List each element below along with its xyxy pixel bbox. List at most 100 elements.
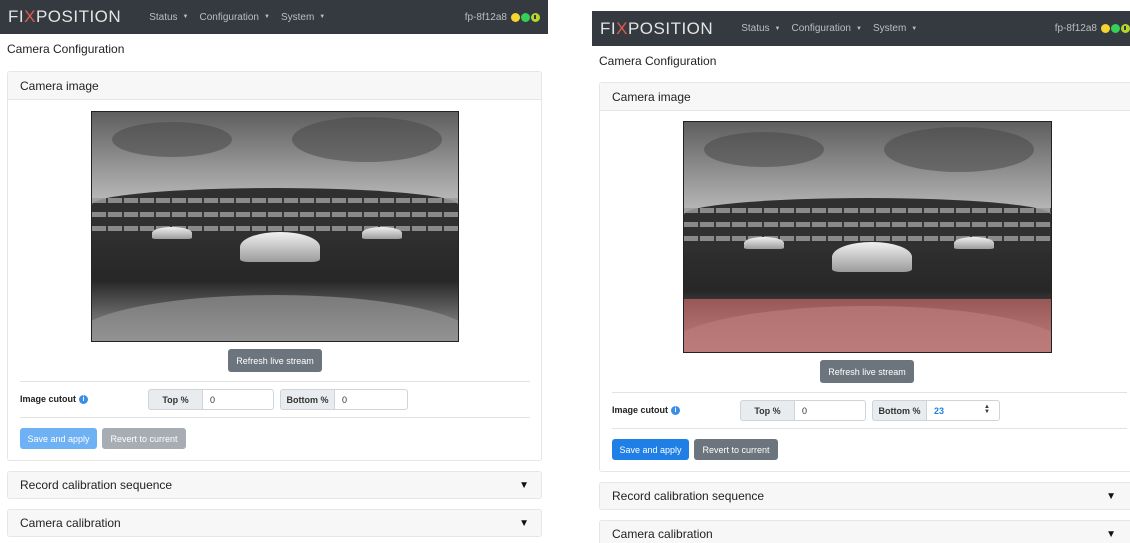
bottom-percent-input[interactable]: 0 <box>334 389 408 410</box>
logo-x: X <box>24 7 36 26</box>
nav-menu: Status ▼ Configuration ▼ System ▼ <box>741 23 928 34</box>
skylight-dome <box>362 227 402 239</box>
logo-x: X <box>616 18 628 38</box>
fixposition-logo[interactable]: FIXPOSITION <box>600 19 713 39</box>
camera-image-card: Camera image Refresh live stream Image c… <box>7 71 542 461</box>
record-calibration-card-header[interactable]: Record calibration sequence ▼ <box>600 483 1130 509</box>
record-calibration-title: Record calibration sequence <box>20 478 173 492</box>
page-title: Camera Configuration <box>7 42 125 56</box>
status-green-dot-icon <box>1111 24 1120 33</box>
triangle-down-icon: ▼ <box>519 479 529 491</box>
camera-calibration-card-header[interactable]: Camera calibration ▼ <box>8 510 541 536</box>
refresh-live-stream-button[interactable]: Refresh live stream <box>228 349 322 372</box>
power-status-icon <box>531 12 540 22</box>
status-yellow-dot-icon <box>511 12 520 22</box>
divider <box>612 428 1127 429</box>
camera-live-image <box>683 121 1052 353</box>
nav-status[interactable]: Status ▼ <box>741 23 780 34</box>
camera-calibration-title: Camera calibration <box>20 516 121 530</box>
nav-system-label: System <box>280 11 315 23</box>
nav-status-area: fp-8f12a8 <box>465 12 540 23</box>
logo-suffix: POSITION <box>35 7 122 26</box>
bottom-percent-input[interactable]: 23 ▲ ▼ <box>926 400 1000 421</box>
top-percent-input[interactable]: 0 <box>794 400 866 421</box>
nav-configuration[interactable]: Configuration ▼ <box>200 12 270 23</box>
caret-down-icon: ▼ <box>774 25 781 32</box>
nav-menu: Status ▼ Configuration ▼ System ▼ <box>149 12 336 23</box>
navbar: FIXPOSITION Status ▼ Configuration ▼ Syste… <box>592 11 1130 46</box>
bottom-percent-label: Bottom % <box>872 400 926 421</box>
camera-calibration-card-header[interactable]: Camera calibration ▼ <box>600 521 1130 543</box>
camera-cloud <box>884 127 1034 172</box>
logo-prefix: FI <box>8 7 25 26</box>
image-cutout-label: Image cutout i <box>20 394 89 404</box>
logo-prefix: FI <box>600 18 617 38</box>
building-window-row <box>92 225 458 231</box>
record-calibration-title: Record calibration sequence <box>612 489 765 503</box>
image-cutout-text: Image cutout <box>612 405 669 415</box>
triangle-down-icon: ▼ <box>1106 528 1116 540</box>
revert-to-current-button[interactable]: Revert to current <box>102 428 186 449</box>
info-icon[interactable]: i <box>671 405 681 415</box>
building-window-row <box>684 235 1051 241</box>
camera-image-card-header: Camera image <box>8 72 541 100</box>
top-percent-input[interactable]: 0 <box>202 389 274 410</box>
divider <box>20 381 530 382</box>
image-cutout-text: Image cutout <box>20 394 77 404</box>
bottom-cutout-overlay <box>684 299 1051 352</box>
camera-cloud <box>112 122 232 157</box>
camera-calibration-card[interactable]: Camera calibration ▼ <box>7 509 542 537</box>
page-title: Camera Configuration <box>599 54 717 68</box>
building-window-row <box>92 211 458 217</box>
bottom-percent-value: 23 <box>934 405 945 416</box>
navbar: FIXPOSITION Status ▼ Configuration ▼ Syste… <box>0 0 548 34</box>
camera-live-image <box>91 111 459 342</box>
building-window-row <box>684 221 1051 227</box>
nav-status[interactable]: Status ▼ <box>149 12 188 23</box>
spinner-arrows-icon[interactable]: ▲ ▼ <box>984 404 990 415</box>
camera-cloud <box>292 117 442 162</box>
left-screenshot-pane: FIXPOSITION Status ▼ Configuration ▼ Syste… <box>0 0 548 543</box>
revert-to-current-button[interactable]: Revert to current <box>694 439 778 460</box>
device-id: fp-8f12a8 <box>464 11 507 23</box>
camera-image-card-header: Camera image <box>600 83 1130 111</box>
bottom-percent-label: Bottom % <box>280 389 334 410</box>
info-icon[interactable]: i <box>79 394 89 404</box>
record-calibration-card[interactable]: Record calibration sequence ▼ <box>7 471 542 499</box>
fixposition-logo[interactable]: FIXPOSITION <box>8 7 121 27</box>
building-window-row <box>92 197 458 203</box>
save-and-apply-button[interactable]: Save and apply <box>612 439 689 460</box>
triangle-down-icon: ▼ <box>1106 490 1116 502</box>
refresh-live-stream-button[interactable]: Refresh live stream <box>820 360 914 383</box>
save-and-apply-button[interactable]: Save and apply <box>20 428 97 449</box>
camera-image-card-title: Camera image <box>612 89 691 104</box>
bottom-percent-input-group: Bottom % 0 <box>280 389 408 410</box>
camera-image-card-title: Camera image <box>20 78 99 93</box>
skylight-dome <box>832 242 912 272</box>
top-percent-label: Top % <box>740 400 794 421</box>
nav-configuration[interactable]: Configuration ▼ <box>792 23 862 34</box>
nav-configuration-label: Configuration <box>199 11 259 23</box>
camera-calibration-card[interactable]: Camera calibration ▼ <box>599 520 1130 543</box>
status-green-dot-icon <box>521 12 530 22</box>
camera-cloud <box>704 132 824 167</box>
top-percent-label: Top % <box>148 389 202 410</box>
caret-down-icon: ▼ <box>263 14 270 20</box>
record-calibration-card-header[interactable]: Record calibration sequence ▼ <box>8 472 541 498</box>
bottom-percent-input-group: Bottom % 23 ▲ ▼ <box>872 400 1000 421</box>
skylight-dome <box>152 227 192 239</box>
logo-suffix: POSITION <box>627 18 714 38</box>
nav-configuration-label: Configuration <box>791 23 851 34</box>
caret-down-icon: ▼ <box>855 25 862 32</box>
triangle-down-icon: ▼ <box>519 517 529 529</box>
skylight-dome <box>744 237 784 249</box>
building-window-row <box>684 207 1051 213</box>
nav-status-area: fp-8f12a8 <box>1055 23 1130 34</box>
record-calibration-card[interactable]: Record calibration sequence ▼ <box>599 482 1130 510</box>
nav-status-label: Status <box>149 11 178 23</box>
divider <box>20 417 530 418</box>
divider <box>612 392 1127 393</box>
nav-system[interactable]: System ▼ <box>281 12 325 23</box>
skylight-dome <box>240 232 320 262</box>
nav-system[interactable]: System ▼ <box>873 23 917 34</box>
